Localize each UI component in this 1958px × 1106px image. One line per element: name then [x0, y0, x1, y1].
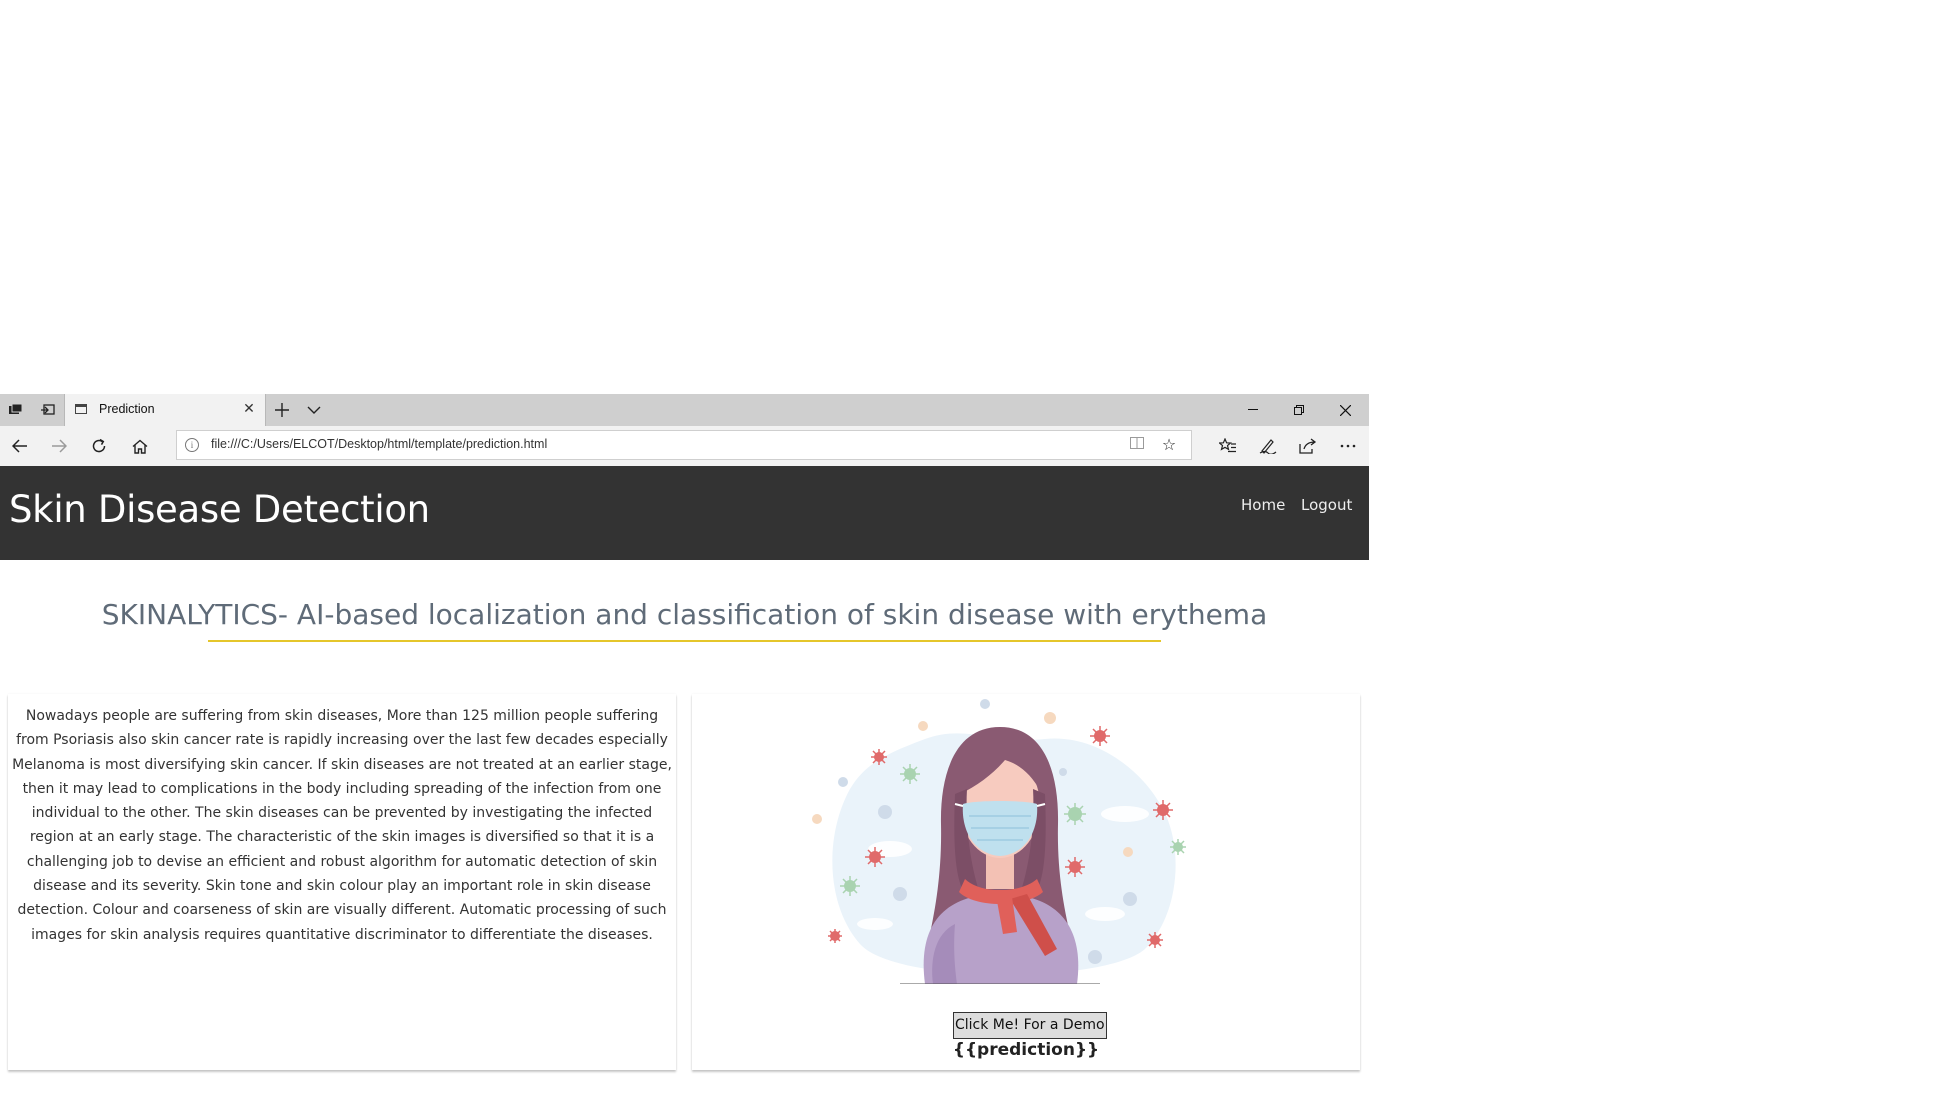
description-text: Nowadays people are suffering from skin …: [12, 708, 672, 943]
nav-logout-link[interactable]: Logout: [1301, 496, 1352, 514]
masked-woman-illustration: [812, 699, 1186, 984]
browser-window: Prediction ✕ i file:///C:/Users/ELCOT/De…: [0, 394, 1369, 1106]
page-headline: SKINALYTICS- AI-based localization and c…: [101, 598, 1268, 631]
address-bar[interactable]: i file:///C:/Users/ELCOT/Desktop/html/te…: [176, 430, 1192, 460]
tab-actions-icon[interactable]: [0, 394, 32, 426]
close-window-icon[interactable]: [1322, 394, 1368, 426]
more-options-icon[interactable]: [1332, 430, 1364, 462]
nav-home-link[interactable]: Home: [1241, 496, 1285, 514]
site-title: Skin Disease Detection: [9, 488, 430, 531]
browser-toolbar: i file:///C:/Users/ELCOT/Desktop/html/te…: [0, 426, 1369, 467]
info-icon[interactable]: i: [185, 438, 199, 452]
share-icon[interactable]: [1292, 430, 1324, 462]
pen-notes-icon[interactable]: [1252, 430, 1284, 462]
url-text: file:///C:/Users/ELCOT/Desktop/html/temp…: [211, 437, 548, 451]
demo-card: Click Me! For a Demo {{prediction}}: [692, 694, 1360, 1070]
description-card: Nowadays people are suffering from skin …: [8, 694, 676, 1070]
demo-button[interactable]: Click Me! For a Demo: [953, 1012, 1107, 1039]
prediction-output: {{prediction}}: [952, 1040, 1100, 1060]
back-arrow-icon[interactable]: [4, 430, 36, 462]
favorite-star-icon[interactable]: ☆: [1159, 435, 1179, 455]
site-header: Skin Disease Detection Home Logout: [0, 466, 1369, 560]
tab-strip: Prediction ✕: [0, 394, 1369, 426]
set-aside-tabs-icon[interactable]: [32, 394, 64, 426]
headline-underline: [208, 640, 1161, 642]
tab-preview-chevron-down-icon[interactable]: [298, 394, 330, 426]
forward-arrow-icon[interactable]: [43, 430, 75, 462]
new-tab-icon[interactable]: [266, 394, 298, 426]
close-tab-icon[interactable]: ✕: [239, 399, 259, 419]
favorites-hub-icon[interactable]: [1212, 430, 1244, 462]
tab-title: Prediction: [99, 402, 155, 416]
reading-view-icon[interactable]: [1129, 437, 1145, 453]
refresh-icon[interactable]: [83, 430, 115, 462]
restore-icon[interactable]: [1276, 394, 1322, 426]
tab-prediction[interactable]: Prediction ✕: [64, 394, 266, 426]
page-icon: [75, 404, 87, 414]
home-icon[interactable]: [124, 430, 156, 462]
minimize-icon[interactable]: [1230, 394, 1276, 426]
